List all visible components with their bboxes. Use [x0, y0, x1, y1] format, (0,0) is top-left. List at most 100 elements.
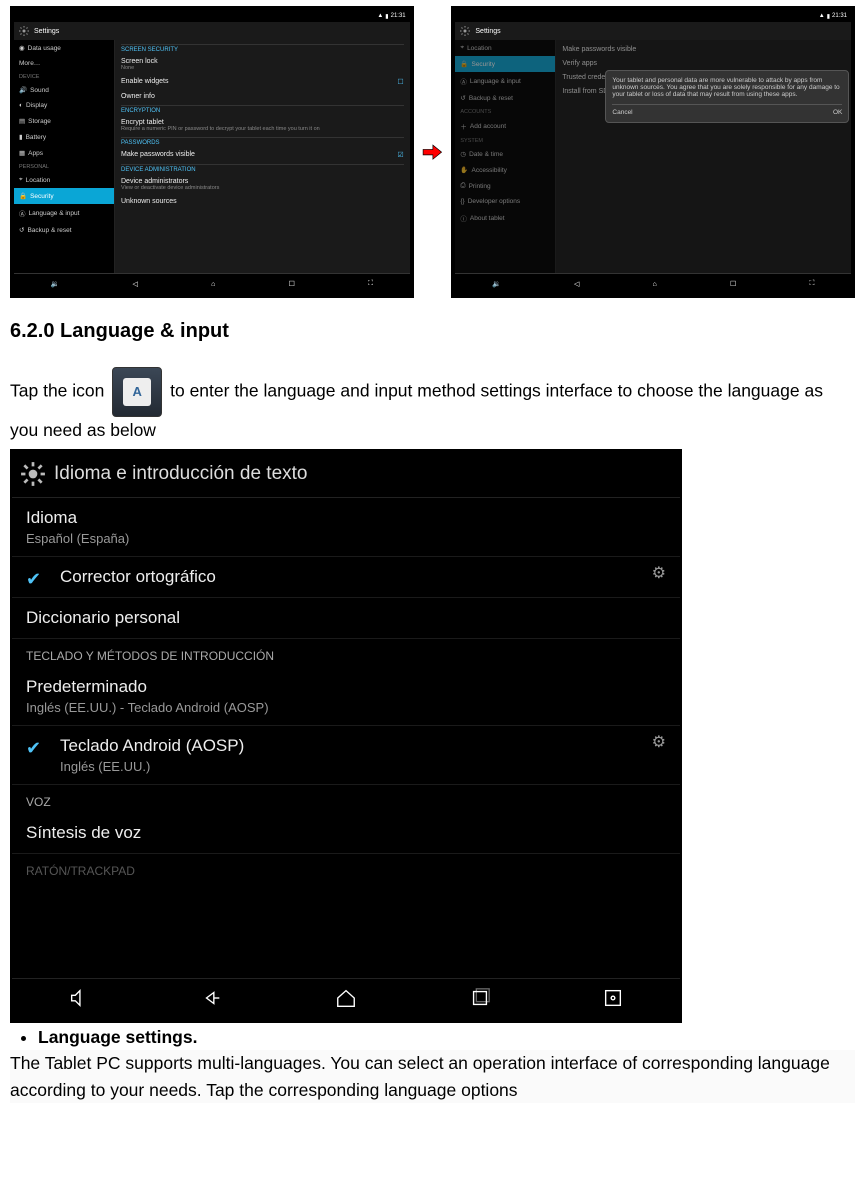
section-device-admin: DEVICE ADMINISTRATION [121, 164, 404, 173]
row-make-visible[interactable]: ☑Make passwords visible [121, 149, 404, 161]
sidebar-item-developer[interactable]: {} Developer options [455, 194, 555, 209]
dialog-unknown-sources: Your tablet and personal data are more v… [605, 70, 849, 123]
gear-icon [459, 25, 471, 37]
row-enable-widgets[interactable]: ☐Enable widgets [121, 76, 404, 88]
wifi-icon: ▲ [819, 13, 825, 19]
titlebar: Settings [455, 22, 851, 40]
sidebar-cat-device: DEVICE [14, 71, 114, 82]
nav-home-icon[interactable]: ⌂ [211, 281, 215, 288]
sidebar-item-battery[interactable]: ▮ Battery [14, 129, 114, 145]
dialog-ok-button[interactable]: OK [833, 109, 842, 116]
nav-recent-icon[interactable]: ☐ [730, 280, 736, 288]
battery-icon: ▮ [385, 13, 388, 20]
titlebar: Settings [14, 22, 410, 40]
nav-recent-icon[interactable] [469, 987, 491, 1014]
checkbox-icon[interactable]: ☐ [397, 78, 403, 86]
sidebar-item-language[interactable]: Ⓐ Language & input [455, 72, 555, 90]
statusbar: ▲ ▮ 21:31 [455, 10, 851, 22]
sidebar-item-backup[interactable]: ↺ Backup & reset [455, 90, 555, 106]
nav-screenshot-icon[interactable]: ⛶ [368, 280, 373, 288]
row-unknown-sources[interactable]: Unknown sources [121, 196, 404, 207]
item-diccionario[interactable]: Diccionario personal [12, 598, 680, 639]
item-predeterminado[interactable]: Predeterminado Inglés (EE.UU.) - Teclado… [12, 667, 680, 726]
wifi-icon: ▲ [377, 13, 383, 19]
navbar: 🔉 ◁ ⌂ ☐ ⛶ [14, 273, 410, 294]
language-input-app-icon [112, 367, 162, 417]
nav-recent-icon[interactable]: ☐ [289, 280, 295, 288]
arrow-right-icon [422, 144, 444, 160]
clock-text: 21:31 [832, 13, 847, 19]
clock-text: 21:31 [391, 13, 406, 19]
nav-back-icon[interactable] [201, 987, 223, 1014]
category-voz: VOZ [12, 785, 680, 813]
nav-back-icon[interactable]: ◁ [574, 280, 579, 288]
settings-sidebar: ◉ Data usage More… DEVICE 🔊 Sound ◐ Disp… [14, 40, 115, 273]
section-screen-security: SCREEN SECURITY [121, 44, 404, 53]
row-make-visible[interactable]: Make passwords visible [562, 44, 845, 55]
checkbox-checked-icon[interactable]: ✔ [26, 738, 41, 759]
settings-sidebar: ⌖ Location 🔒 Security Ⓐ Language & input… [455, 40, 556, 273]
top-screenshots-row: ▲ ▮ 21:31 Settings ◉ Data usage More… DE… [10, 6, 855, 298]
section-passwords: PASSWORDS [121, 137, 404, 146]
dialog-cancel-button[interactable]: Cancel [612, 109, 632, 116]
sidebar-item-location[interactable]: ⌖ Location [455, 40, 555, 56]
nav-volume-icon[interactable]: 🔉 [51, 280, 60, 288]
sidebar-item-addaccount[interactable]: ＋ Add account [455, 117, 555, 135]
nav-home-icon[interactable] [335, 987, 357, 1014]
section-heading: 6.2.0 Language & input [10, 320, 855, 343]
intro-text-before: Tap the icon [10, 381, 109, 401]
sidebar-item-more[interactable]: More… [14, 56, 114, 71]
sidebar-item-display[interactable]: ◐ Display [14, 98, 114, 113]
sidebar-item-security[interactable]: 🔒 Security [455, 56, 555, 72]
bullet-language-settings: Language settings. [38, 1027, 855, 1048]
navbar: 🔉 ◁ ⌂ ☐ ⛶ [455, 273, 851, 294]
row-screen-lock[interactable]: Screen lockNone [121, 56, 404, 73]
sidebar-item-about[interactable]: ⓘ About tablet [455, 209, 555, 227]
sidebar-item-security[interactable]: 🔒 Security [14, 188, 114, 204]
gear-icon [20, 461, 46, 487]
settings-sliders-icon[interactable]: ⚙ [652, 563, 666, 583]
sidebar-item-printing[interactable]: ⎙ Printing [455, 178, 555, 194]
sidebar-item-datetime[interactable]: ◷ Date & time [455, 146, 555, 162]
bullet-list: Language settings. [38, 1027, 855, 1048]
navbar [12, 978, 680, 1021]
screenshot-unknown-sources-dialog: ▲ ▮ 21:31 Settings ⌖ Location 🔒 Security… [451, 6, 855, 298]
row-owner-info[interactable]: Owner info [121, 91, 404, 102]
settings-content: SCREEN SECURITY Screen lockNone ☐Enable … [115, 40, 410, 273]
sidebar-item-location[interactable]: ⌖ Location [14, 172, 114, 188]
sidebar-item-accessibility[interactable]: ✋ Accessibility [455, 162, 555, 178]
screenshot-language-input: Idioma e introducción de texto Idioma Es… [10, 449, 682, 1023]
statusbar: ▲ ▮ 21:31 [14, 10, 410, 22]
item-corrector[interactable]: ✔ ⚙ Corrector ortográfico [12, 557, 680, 598]
screenshot-security-settings: ▲ ▮ 21:31 Settings ◉ Data usage More… DE… [10, 6, 414, 298]
sidebar-item-storage[interactable]: ▤ Storage [14, 113, 114, 129]
sidebar-cat-personal: PERSONAL [14, 161, 114, 172]
row-encrypt-tablet[interactable]: Encrypt tabletRequire a numeric PIN or p… [121, 117, 404, 134]
dialog-text: Your tablet and personal data are more v… [612, 77, 842, 98]
intro-paragraph: Tap the icon to enter the language and i… [10, 367, 855, 443]
title: Settings [475, 28, 500, 35]
row-verify-apps[interactable]: Verify apps [562, 58, 845, 69]
checkbox-checked-icon[interactable]: ✔ [26, 569, 41, 590]
checkbox-checked-icon[interactable]: ☑ [397, 151, 403, 159]
nav-back-icon[interactable]: ◁ [133, 280, 138, 288]
settings-sliders-icon[interactable]: ⚙ [652, 732, 666, 752]
sidebar-item-datausage[interactable]: ◉ Data usage [14, 40, 114, 56]
sidebar-item-backup[interactable]: ↺ Backup & reset [14, 222, 114, 238]
title: Idioma e introducción de texto [54, 463, 308, 485]
row-device-admins[interactable]: Device administratorsView or deactivate … [121, 176, 404, 193]
category-keyboard: TECLADO Y MÉTODOS DE INTRODUCCIÓN [12, 639, 680, 667]
sidebar-item-sound[interactable]: 🔊 Sound [14, 82, 114, 98]
nav-volume-icon[interactable] [68, 987, 90, 1014]
nav-volume-icon[interactable]: 🔉 [492, 280, 501, 288]
item-teclado-android[interactable]: ✔ ⚙ Teclado Android (AOSP) Inglés (EE.UU… [12, 726, 680, 785]
sidebar-item-language[interactable]: Ⓐ Language & input [14, 204, 114, 222]
item-sintesis[interactable]: Síntesis de voz [12, 813, 680, 854]
titlebar: Idioma e introducción de texto [12, 451, 680, 498]
nav-home-icon[interactable]: ⌂ [653, 281, 657, 288]
nav-screenshot-icon[interactable]: ⛶ [810, 280, 815, 288]
item-idioma[interactable]: Idioma Español (España) [12, 498, 680, 557]
footer-paragraph: The Tablet PC supports multi-languages. … [10, 1050, 855, 1103]
nav-screenshot-icon[interactable] [602, 987, 624, 1014]
sidebar-item-apps[interactable]: ▦ Apps [14, 145, 114, 161]
